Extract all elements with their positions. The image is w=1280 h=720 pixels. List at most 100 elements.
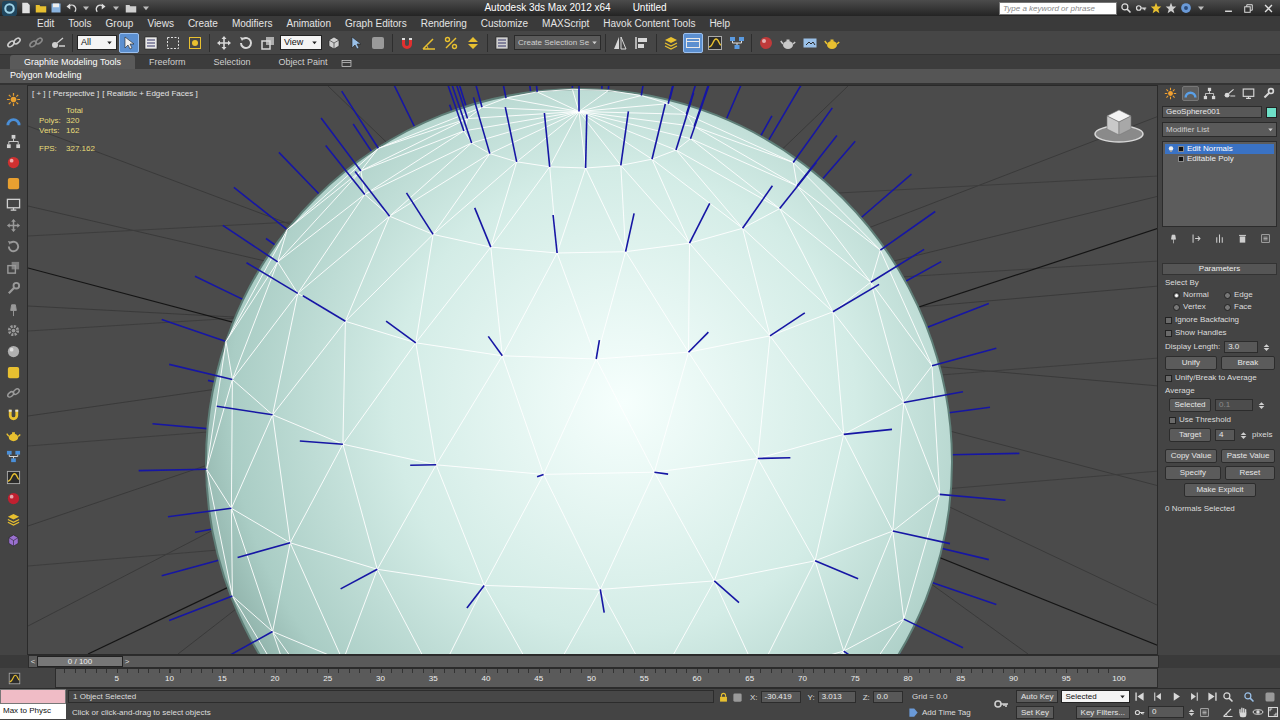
absolute-mode-icon[interactable] — [732, 692, 743, 703]
make-explicit-button[interactable]: Make Explicit — [1184, 483, 1256, 497]
stack-item[interactable]: Editable Poly — [1165, 154, 1274, 164]
x-coordinate-field[interactable]: -30.419 — [761, 691, 801, 703]
menu-item[interactable]: Customize — [474, 16, 535, 31]
radio-button[interactable] — [1173, 304, 1180, 311]
ribbon-tab[interactable]: Object Paint — [264, 55, 341, 69]
reference-coordinate-dropdown-arrow-icon[interactable] — [310, 38, 319, 47]
named-selection-field[interactable]: Create Selection Se — [514, 35, 601, 50]
communication-icon[interactable] — [1150, 2, 1162, 14]
graphite-ribbon-icon[interactable] — [683, 33, 703, 53]
object-name-field[interactable]: GeoSphere001 — [1162, 106, 1262, 118]
pin-tool-icon[interactable] — [3, 301, 24, 318]
go-to-start-icon[interactable] — [1134, 691, 1145, 702]
rectangular-selection-icon[interactable] — [163, 33, 183, 53]
selection-filter-dropdown[interactable]: All — [77, 35, 117, 50]
named-selection-field-arrow-icon[interactable] — [590, 38, 599, 47]
radio-label[interactable]: Vertex — [1183, 302, 1206, 312]
project-folder-icon[interactable] — [125, 2, 137, 14]
viewport-menu-label[interactable]: [ + ] — [32, 89, 46, 99]
frame-spinner-icon[interactable] — [1187, 708, 1196, 717]
modifier-on-icon[interactable] — [1167, 145, 1175, 153]
y-coordinate-field[interactable]: 3.013 — [818, 691, 856, 703]
break-button[interactable]: Break — [1221, 356, 1275, 370]
configure-sets-icon[interactable] — [1260, 233, 1271, 244]
curve-editor-icon[interactable] — [705, 33, 725, 53]
set-key-button[interactable]: Set Key — [1016, 706, 1054, 719]
motion-panel-icon[interactable] — [1221, 86, 1238, 101]
zoom-all-icon[interactable] — [1243, 691, 1255, 703]
undo-list-icon[interactable] — [80, 2, 92, 14]
checkbox-option[interactable]: Ignore Backfacing — [1165, 315, 1275, 325]
new-file-icon[interactable] — [20, 2, 32, 14]
paint-tool-icon[interactable] — [3, 280, 24, 297]
restore-icon[interactable] — [1238, 1, 1258, 15]
render-setup-icon[interactable] — [778, 33, 798, 53]
time-configuration-icon[interactable] — [1199, 707, 1210, 718]
modifier-list-dropdown-value[interactable]: Modifier List — [1166, 125, 1209, 135]
open-file-icon[interactable] — [35, 2, 47, 14]
time-slider-thumb[interactable]: 0 / 100 — [37, 656, 123, 667]
selection-filter-dropdown-value[interactable]: All — [81, 37, 91, 48]
copy-value-button[interactable]: Copy Value — [1165, 449, 1217, 463]
key-mode-value[interactable]: Selected — [1065, 691, 1096, 702]
favorites-icon[interactable] — [1165, 2, 1177, 14]
snap-icon[interactable] — [3, 406, 24, 423]
help-icon[interactable] — [1180, 2, 1192, 14]
previous-frame-icon[interactable] — [1152, 691, 1163, 702]
curve-icon[interactable] — [3, 469, 24, 486]
redo-list-icon[interactable] — [110, 2, 122, 14]
utilities-panel-icon[interactable] — [1260, 86, 1277, 101]
go-to-end-icon[interactable] — [1207, 691, 1218, 702]
parameters-rollout-header[interactable]: Parameters — [1162, 263, 1277, 275]
layer-manager-icon[interactable] — [661, 33, 681, 53]
reset-button[interactable]: Reset — [1225, 466, 1275, 480]
mini-curve-editor-icon[interactable] — [8, 672, 21, 685]
link-icon[interactable] — [3, 385, 24, 402]
radio-option[interactable]: Edge — [1224, 290, 1275, 300]
scene-canvas[interactable] — [28, 86, 1158, 654]
checkbox-label[interactable]: Ignore Backfacing — [1175, 315, 1239, 325]
keyboard-shortcut-icon[interactable] — [368, 33, 388, 53]
z-coordinate-field[interactable]: 0.0 — [873, 691, 903, 703]
select-and-manipulate-icon[interactable] — [346, 33, 366, 53]
snaps-toggle-icon[interactable] — [397, 33, 417, 53]
menu-item[interactable]: Views — [140, 16, 181, 31]
selection-filter-dropdown-arrow-icon[interactable] — [105, 38, 114, 47]
auto-key-button[interactable]: Auto Key — [1016, 690, 1058, 703]
checkbox-label[interactable]: Use Threshold — [1179, 415, 1231, 425]
maxscript-input[interactable]: Max to Physc — [0, 704, 66, 719]
subscription-icon[interactable] — [1135, 2, 1147, 14]
hierarchy-panel-icon[interactable] — [1201, 86, 1218, 101]
radio-option[interactable]: Face — [1224, 302, 1275, 312]
checkbox[interactable] — [1165, 317, 1172, 324]
save-file-icon[interactable] — [50, 2, 62, 14]
search-icon[interactable] — [1120, 2, 1132, 14]
edit-named-selection-icon[interactable] — [492, 33, 512, 53]
render-production-icon[interactable] — [822, 33, 842, 53]
radio-button[interactable] — [1224, 292, 1231, 299]
display-panel-icon[interactable] — [1240, 86, 1257, 101]
select-object-icon[interactable] — [119, 33, 139, 53]
app-logo-icon[interactable] — [2, 1, 17, 16]
zoom-extents-icon[interactable] — [1264, 691, 1276, 703]
average-selected-button[interactable]: Selected — [1169, 398, 1211, 412]
utility-icon[interactable] — [3, 532, 24, 549]
ribbon-tab[interactable]: Graphite Modeling Tools — [10, 55, 135, 69]
pivot-center-icon[interactable] — [324, 33, 344, 53]
display-length-spinner-icon[interactable] — [1262, 343, 1271, 352]
window-crossing-icon[interactable] — [185, 33, 205, 53]
viewport-layout-icon[interactable] — [3, 196, 24, 213]
shade-icon[interactable] — [3, 343, 24, 360]
next-frame-button[interactable]: > — [123, 656, 131, 667]
move-tool-icon[interactable] — [3, 217, 24, 234]
modify-panel-icon[interactable] — [1182, 86, 1199, 101]
viewport-menu-label[interactable]: [ Perspective ] — [49, 89, 100, 99]
radio-label[interactable]: Face — [1234, 302, 1252, 312]
target-button[interactable]: Target — [1169, 428, 1211, 442]
perspective-viewport[interactable]: [ + ][ Perspective ][ Realistic + Edged … — [27, 85, 1158, 655]
reference-coordinate-dropdown-value[interactable]: View — [284, 37, 303, 48]
toggle-icon[interactable] — [3, 175, 24, 192]
menu-item[interactable]: Havok Content Tools — [596, 16, 702, 31]
select-and-move-icon[interactable] — [214, 33, 234, 53]
select-and-scale-icon[interactable] — [258, 33, 278, 53]
